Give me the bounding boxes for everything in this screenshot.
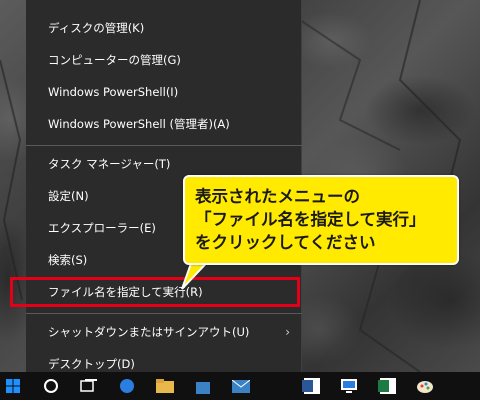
menu-item-label: 検索(S) bbox=[48, 253, 88, 267]
callout-line-2: 「ファイル名を指定して実行」 bbox=[195, 210, 426, 229]
mail-icon[interactable] bbox=[228, 372, 254, 400]
taskbar bbox=[0, 372, 480, 400]
remote-desktop-icon[interactable] bbox=[336, 372, 362, 400]
paint-icon[interactable] bbox=[412, 372, 438, 400]
word-icon[interactable] bbox=[298, 372, 324, 400]
menu-item-label: Windows PowerShell(I) bbox=[48, 85, 179, 99]
excel-icon[interactable] bbox=[374, 372, 400, 400]
menu-item-label: ディスクの管理(K) bbox=[48, 21, 145, 35]
task-view-icon[interactable] bbox=[76, 372, 102, 400]
menu-item-powershell-admin[interactable]: Windows PowerShell (管理者)(A) bbox=[26, 108, 302, 140]
callout-line-3: をクリックしてください bbox=[195, 233, 376, 252]
menu-item-disk-management[interactable]: ディスクの管理(K) bbox=[26, 12, 302, 44]
callout-line-1: 表示されたメニューの bbox=[195, 187, 360, 206]
store-icon[interactable] bbox=[190, 372, 216, 400]
windows-start-icon[interactable] bbox=[0, 372, 26, 400]
menu-item-label: シャットダウンまたはサインアウト(U) bbox=[48, 325, 250, 339]
instruction-callout: 表示されたメニューの 「ファイル名を指定して実行」 をクリックしてください bbox=[183, 175, 459, 265]
menu-item-label: 設定(N) bbox=[48, 189, 89, 203]
menu-item-label: デスクトップ(D) bbox=[48, 357, 135, 371]
menu-item-label: エクスプローラー(E) bbox=[48, 221, 156, 235]
menu-item-shutdown[interactable]: シャットダウンまたはサインアウト(U) › bbox=[26, 316, 302, 348]
chevron-right-icon: › bbox=[285, 325, 290, 339]
menu-item-label: タスク マネージャー(T) bbox=[48, 157, 171, 171]
menu-item-label: Windows PowerShell (管理者)(A) bbox=[48, 117, 230, 131]
menu-item-computer-management[interactable]: コンピューターの管理(G) bbox=[26, 44, 302, 76]
menu-separator bbox=[26, 145, 302, 146]
highlight-box-run bbox=[10, 277, 300, 307]
cortana-icon[interactable] bbox=[38, 372, 64, 400]
menu-item-label: コンピューターの管理(G) bbox=[48, 53, 181, 67]
menu-item-powershell[interactable]: Windows PowerShell(I) bbox=[26, 76, 302, 108]
explorer-icon[interactable] bbox=[152, 372, 178, 400]
edge-icon[interactable] bbox=[114, 372, 140, 400]
menu-separator bbox=[26, 313, 302, 314]
